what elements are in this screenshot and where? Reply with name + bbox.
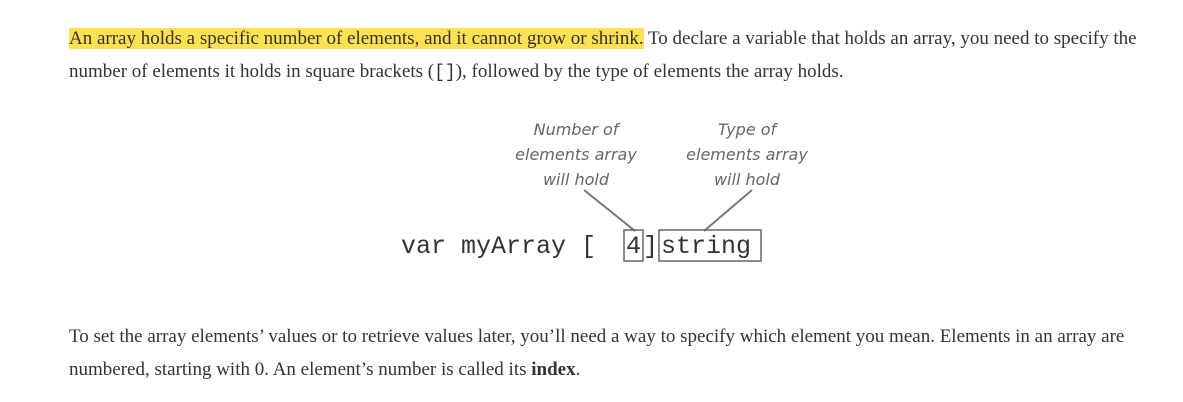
intro-text-end: ), followed by the type of elements the …	[455, 61, 844, 82]
index-term: index	[531, 359, 576, 380]
intro-paragraph: An array holds a specific number of elem…	[69, 22, 1159, 90]
annotation-type-line-2: elements array	[686, 145, 808, 164]
code-prefix: var myArray [	[401, 232, 596, 261]
length-box	[623, 229, 644, 262]
annotation-type-line-3: will hold	[714, 170, 781, 189]
highlighted-sentence: An array holds a specific number of elem…	[69, 28, 644, 49]
index-paragraph: To set the array elements’ values or to …	[69, 320, 1159, 386]
type-box	[658, 229, 762, 262]
code-length: 4	[626, 232, 641, 261]
annotation-length-line-3: will hold	[543, 170, 610, 189]
code-bracket-close: ]	[643, 232, 658, 261]
annotation-length-line-1: Number of	[534, 120, 621, 139]
annotation-length-line-2: elements array	[515, 145, 637, 164]
index-text: To set the array elements’ values or to …	[69, 326, 1125, 380]
length-pointer-line	[583, 189, 636, 232]
annotation-type-line-1: Type of	[718, 120, 779, 139]
code-type: string	[661, 232, 751, 261]
square-brackets-code: []	[434, 63, 456, 83]
index-text-end: .	[575, 359, 581, 380]
type-pointer-line	[703, 189, 753, 232]
